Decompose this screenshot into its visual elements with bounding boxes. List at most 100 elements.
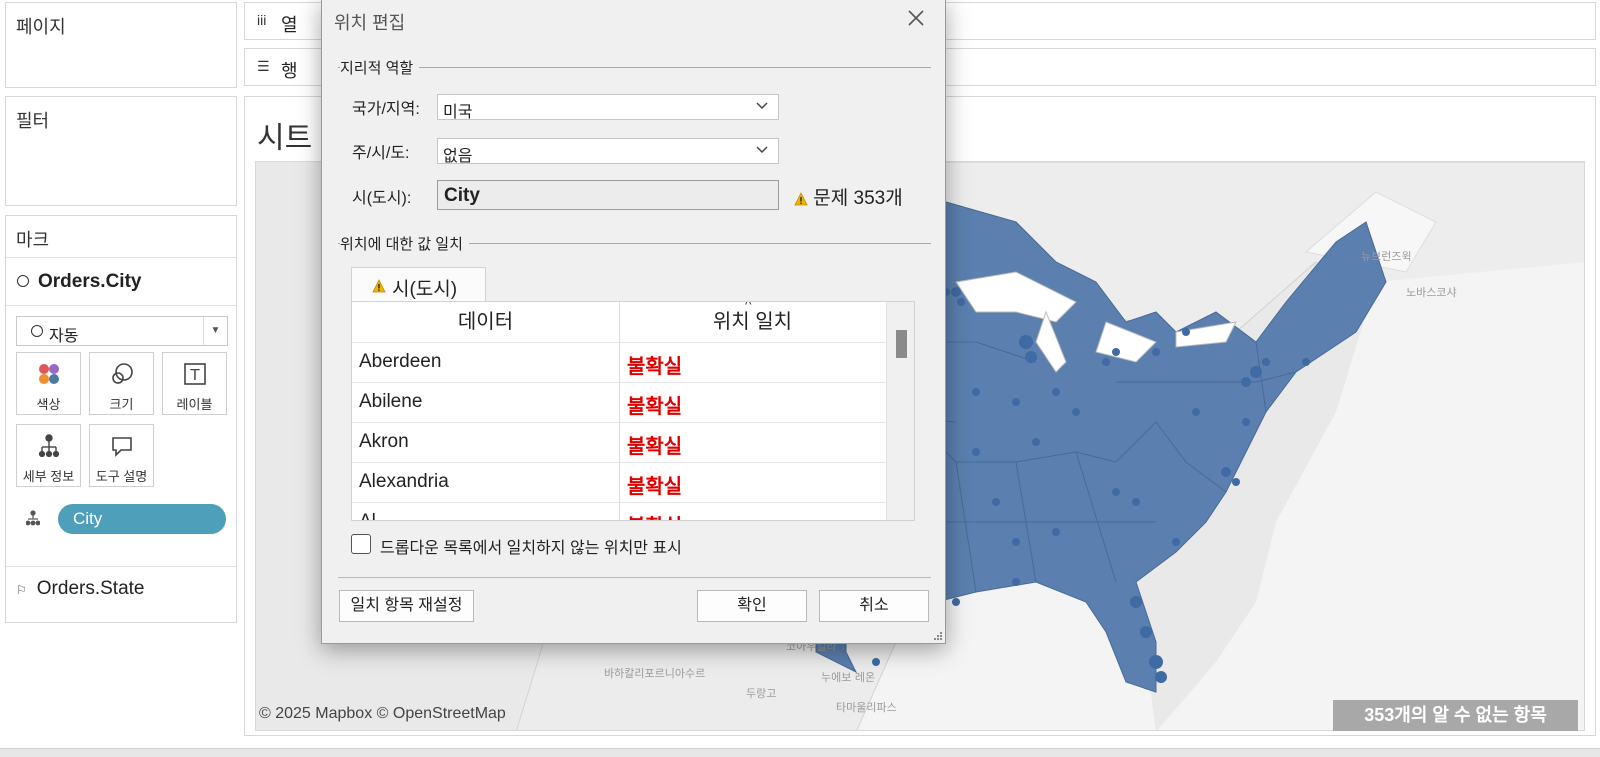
table-scrollbar[interactable] xyxy=(886,302,914,520)
cell-data: Aberdeen xyxy=(359,351,442,372)
tab-city-label: 시(도시) xyxy=(392,279,458,300)
city-value: City xyxy=(444,185,480,206)
map-label-new-brunswick: 뉴브런즈윅 xyxy=(1361,250,1412,263)
filters-title: 필터 xyxy=(16,111,50,131)
chevron-down-icon xyxy=(756,102,768,110)
marks-title: 마크 xyxy=(16,230,50,250)
marks-card: 마크 Orders.City 자동 ▼ 색상 크기 T 레이블 세부 정보 도구… xyxy=(5,215,237,623)
cancel-button[interactable]: 취소 xyxy=(819,590,929,622)
state-datasource-row[interactable]: ⚐ Orders.State xyxy=(16,578,144,600)
match-table: 데이터 위치 일치 ^ Aberdeen 불확실 Abilene 불확실 Akr… xyxy=(351,301,915,521)
match-group-label: 위치에 대한 값 일치 xyxy=(340,233,469,254)
label-button-label: 레이블 xyxy=(176,397,213,412)
tooltip-icon xyxy=(90,433,153,459)
divider xyxy=(6,566,236,567)
table-row[interactable]: Akron 불확실 xyxy=(352,422,886,462)
ok-button[interactable]: 확인 xyxy=(697,590,807,622)
resize-grip-icon[interactable] xyxy=(933,631,943,641)
size-button[interactable]: 크기 xyxy=(89,352,154,415)
color-icon xyxy=(17,361,80,387)
detail-button[interactable]: 세부 정보 xyxy=(16,424,81,487)
detail-pill-row: City xyxy=(16,504,228,534)
dialog-title: 위치 편집 xyxy=(334,13,406,33)
rows-label: 행 xyxy=(281,61,298,81)
marks-datasource-label: Orders.City xyxy=(38,271,142,292)
cell-data: Akron xyxy=(359,431,409,452)
geo-role-group-label: 지리적 역할 xyxy=(340,57,420,78)
chevron-down-icon[interactable]: ▼ xyxy=(203,317,227,345)
warning-icon xyxy=(794,192,808,206)
tooltip-button[interactable]: 도구 설명 xyxy=(89,424,154,487)
marks-header: 마크 xyxy=(6,216,236,258)
cell-match[interactable]: 불확실 xyxy=(627,510,682,520)
city-field: City xyxy=(437,180,779,210)
map-copyright: © 2025 Mapbox © OpenStreetMap xyxy=(259,705,506,722)
color-button-label: 색상 xyxy=(36,397,61,412)
cell-match[interactable]: 불확실 xyxy=(627,390,682,419)
unknown-items-badge[interactable]: 353개의 알 수 없는 항목 xyxy=(1333,700,1578,731)
tab-city[interactable]: 시(도시) xyxy=(351,267,486,303)
cell-match[interactable]: 불확실 xyxy=(627,430,682,459)
unmatched-only-checkbox[interactable] xyxy=(351,534,371,554)
sheet-title: 시트 xyxy=(257,122,313,155)
divider xyxy=(338,577,931,578)
rows-icon: ☰ xyxy=(257,58,270,74)
cell-match[interactable]: 불확실 xyxy=(627,350,682,379)
edit-locations-dialog: 위치 편집 지리적 역할 국가/지역: 미국 주/시/도: 없음 시(도시): … xyxy=(321,0,946,644)
circle-mark-icon xyxy=(17,275,29,287)
issues-link[interactable]: 문제 353개 xyxy=(794,183,903,210)
state-select[interactable]: 없음 xyxy=(437,138,779,165)
table-row[interactable]: Al... 불확실 xyxy=(352,502,886,520)
size-icon xyxy=(90,361,153,387)
scroll-thumb[interactable] xyxy=(896,330,907,358)
detail-button-label: 세부 정보 xyxy=(22,469,75,484)
country-select[interactable]: 미국 xyxy=(437,94,779,121)
detail-icon xyxy=(26,510,40,526)
marks-datasource-row[interactable]: Orders.City xyxy=(6,258,236,306)
column-header-data[interactable]: 데이터 xyxy=(352,302,619,342)
tooltip-button-label: 도구 설명 xyxy=(95,469,148,484)
unmatched-only-label: 드롭다운 목록에서 일치하지 않는 위치만 표시 xyxy=(380,540,682,557)
pages-title: 페이지 xyxy=(16,17,66,37)
country-label: 국가/지역: xyxy=(352,101,420,118)
issues-text: 문제 353개 xyxy=(813,188,903,209)
detail-icon xyxy=(17,433,80,459)
sort-icon: ^ xyxy=(745,301,752,312)
label-button[interactable]: T 레이블 xyxy=(162,352,227,415)
cell-data: Al... xyxy=(359,511,392,520)
warning-icon xyxy=(372,279,386,293)
table-row[interactable]: Abilene 불확실 xyxy=(352,382,886,422)
map-label-baja-california-sur: 바하칼리포르니아수르 xyxy=(604,666,705,680)
table-row[interactable]: Alexandria 불확실 xyxy=(352,462,886,502)
chevron-down-icon xyxy=(756,146,768,154)
map-label-tamaulipas: 타마울리파스 xyxy=(836,701,897,714)
divider xyxy=(338,67,931,68)
city-pill[interactable]: City xyxy=(58,504,226,534)
mark-type-value: 자동 xyxy=(49,328,79,345)
color-button[interactable]: 색상 xyxy=(16,352,81,415)
state-value: 없음 xyxy=(443,148,473,165)
circle-mark-icon xyxy=(31,325,43,337)
country-value: 미국 xyxy=(443,104,473,121)
city-label: 시(도시): xyxy=(352,190,412,207)
reset-matches-button[interactable]: 일치 항목 재설정 xyxy=(339,590,474,622)
state-label: 주/시/도: xyxy=(352,145,410,162)
filters-card[interactable]: 필터 xyxy=(5,96,237,206)
map-layer-icon: ⚐ xyxy=(16,583,27,597)
close-icon[interactable] xyxy=(901,5,931,35)
sheet-tabs-bar[interactable] xyxy=(0,748,1600,757)
cell-data: Alexandria xyxy=(359,471,449,492)
svg-text:T: T xyxy=(189,366,200,384)
pages-card[interactable]: 페이지 xyxy=(5,2,237,88)
map-label-durango: 두랑고 xyxy=(746,687,776,700)
columns-label: 열 xyxy=(281,15,298,35)
state-datasource-label: Orders.State xyxy=(36,578,145,599)
columns-icon: iii xyxy=(257,12,267,28)
column-header-match[interactable]: 위치 일치 xyxy=(619,302,886,342)
cell-match[interactable]: 불확실 xyxy=(627,470,682,499)
mark-type-dropdown[interactable]: 자동 ▼ xyxy=(16,316,228,346)
map-label-nuevo-leon: 누에보 레온 xyxy=(821,671,875,684)
table-row[interactable]: Aberdeen 불확실 xyxy=(352,342,886,382)
cell-data: Abilene xyxy=(359,391,423,412)
size-button-label: 크기 xyxy=(109,397,134,412)
